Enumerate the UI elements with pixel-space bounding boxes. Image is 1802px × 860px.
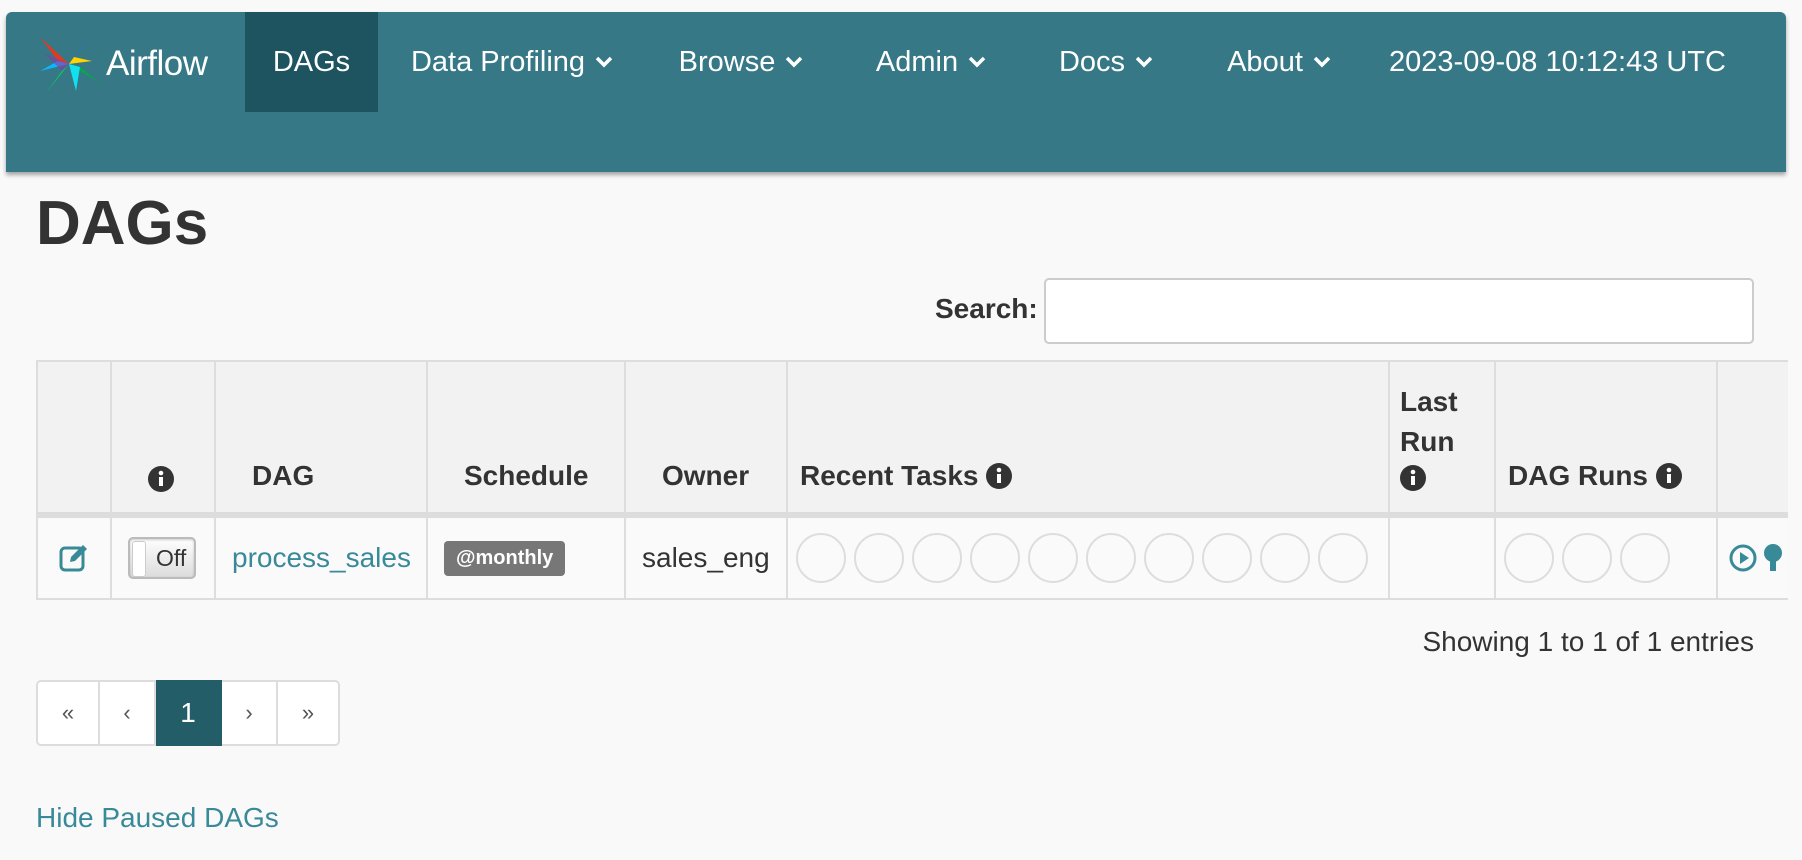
task-status-circle[interactable]: [796, 533, 846, 583]
chevron-down-icon: [968, 56, 986, 68]
info-icon[interactable]: [148, 466, 174, 492]
row-edit-cell: [38, 518, 112, 600]
nav-dags[interactable]: DAGs: [245, 12, 378, 112]
row-recent-tasks-cell: [788, 518, 1390, 600]
header-schedule-label: Schedule: [464, 460, 589, 491]
header-last-run-label-1: Last: [1400, 386, 1458, 417]
chevron-down-icon: [1313, 56, 1331, 68]
nav-browse-label: Browse: [678, 45, 776, 78]
task-status-circle[interactable]: [854, 533, 904, 583]
row-owner-cell: sales_eng: [626, 518, 788, 600]
schedule-badge[interactable]: @monthly: [444, 540, 566, 576]
page-prev-button[interactable]: ‹: [100, 680, 156, 746]
nav-docs[interactable]: Docs: [1042, 12, 1170, 112]
nav-data-profiling[interactable]: Data Profiling: [388, 12, 636, 112]
task-status-circle[interactable]: [1202, 533, 1252, 583]
dag-run-status-circle[interactable]: [1620, 533, 1670, 583]
row-dag-runs-cell: [1496, 518, 1718, 600]
task-status-circle[interactable]: [1028, 533, 1078, 583]
task-status-circle[interactable]: [970, 533, 1020, 583]
play-circle-icon[interactable]: [1728, 543, 1758, 573]
dag-run-status-circle[interactable]: [1504, 533, 1554, 583]
header-actions: [38, 362, 112, 518]
tree-icon[interactable]: [1760, 543, 1786, 573]
top-navbar: Airflow DAGs Data Profiling Browse Admin…: [6, 12, 1786, 172]
header-last-run-label-2: Run: [1400, 426, 1455, 457]
header-schedule[interactable]: Schedule: [428, 362, 626, 518]
owner-value: sales_eng: [642, 542, 770, 573]
nav-browse[interactable]: Browse: [666, 12, 816, 112]
header-dag-runs-label: DAG Runs: [1508, 460, 1648, 491]
header-recent-tasks-label: Recent Tasks: [800, 460, 979, 491]
nav-about-label: About: [1227, 45, 1303, 78]
page-first-button[interactable]: «: [36, 680, 100, 746]
entries-info: Showing 1 to 1 of 1 entries: [1422, 626, 1754, 657]
page-1-button[interactable]: 1: [156, 680, 222, 746]
header-last-run: Last Run: [1390, 362, 1496, 518]
brand[interactable]: Airflow: [36, 30, 208, 98]
utc-clock: 2023-09-08 10:12:43 UTC: [1389, 45, 1726, 78]
header-links: [1718, 362, 1788, 518]
header-owner-label: Owner: [662, 460, 750, 491]
dags-table: DAG Schedule Owner Recent Tasks Last Run…: [36, 360, 1788, 600]
task-status-circle[interactable]: [1144, 533, 1194, 583]
toggle-knob: [132, 541, 146, 577]
search-label: Search:: [935, 293, 1038, 324]
row-last-run-cell: [1390, 518, 1496, 600]
chevron-down-icon: [786, 56, 803, 68]
pause-toggle[interactable]: Off: [128, 537, 196, 579]
header-dag-runs: DAG Runs: [1496, 362, 1718, 518]
task-status-circle[interactable]: [1086, 533, 1136, 583]
brand-name: Airflow: [106, 44, 208, 83]
page-next-button[interactable]: ›: [222, 680, 278, 746]
header-recent-tasks: Recent Tasks: [788, 362, 1390, 518]
info-icon[interactable]: [1400, 465, 1426, 491]
nav-docs-label: Docs: [1058, 45, 1126, 78]
nav-about[interactable]: About: [1210, 12, 1348, 112]
page-last-button[interactable]: »: [278, 680, 340, 746]
nav-dags-label: DAGs: [272, 45, 351, 78]
header-owner[interactable]: Owner: [626, 362, 788, 518]
task-status-circle[interactable]: [912, 533, 962, 583]
nav-data-profiling-label: Data Profiling: [410, 45, 586, 78]
nav-admin[interactable]: Admin: [858, 12, 1004, 112]
page-title: DAGs: [36, 189, 209, 258]
chevron-down-icon: [595, 56, 613, 68]
header-toggle: [112, 362, 216, 518]
info-icon[interactable]: [1656, 463, 1682, 489]
row-toggle-cell: Off: [112, 518, 216, 600]
search-input[interactable]: [1044, 278, 1754, 344]
info-icon[interactable]: [986, 463, 1013, 489]
header-dag[interactable]: DAG: [216, 362, 428, 518]
dag-run-status-circle[interactable]: [1562, 533, 1612, 583]
pagination: « ‹ 1 › »: [36, 680, 340, 746]
row-schedule-cell: @monthly: [428, 518, 626, 600]
task-status-circle[interactable]: [1260, 533, 1310, 583]
pinwheel-logo-icon: [40, 35, 100, 93]
dag-link[interactable]: process_sales: [232, 542, 411, 574]
hide-paused-dags-link[interactable]: Hide Paused DAGs: [36, 802, 279, 834]
nav-admin-label: Admin: [875, 45, 959, 78]
header-dag-label: DAG: [252, 460, 315, 491]
toggle-label: Off: [156, 544, 187, 571]
row-links-cell: [1718, 518, 1788, 600]
row-dag-cell: process_sales: [216, 518, 428, 600]
edit-icon[interactable]: [58, 542, 90, 574]
chevron-down-icon: [1135, 56, 1153, 68]
task-status-circle[interactable]: [1318, 533, 1368, 583]
